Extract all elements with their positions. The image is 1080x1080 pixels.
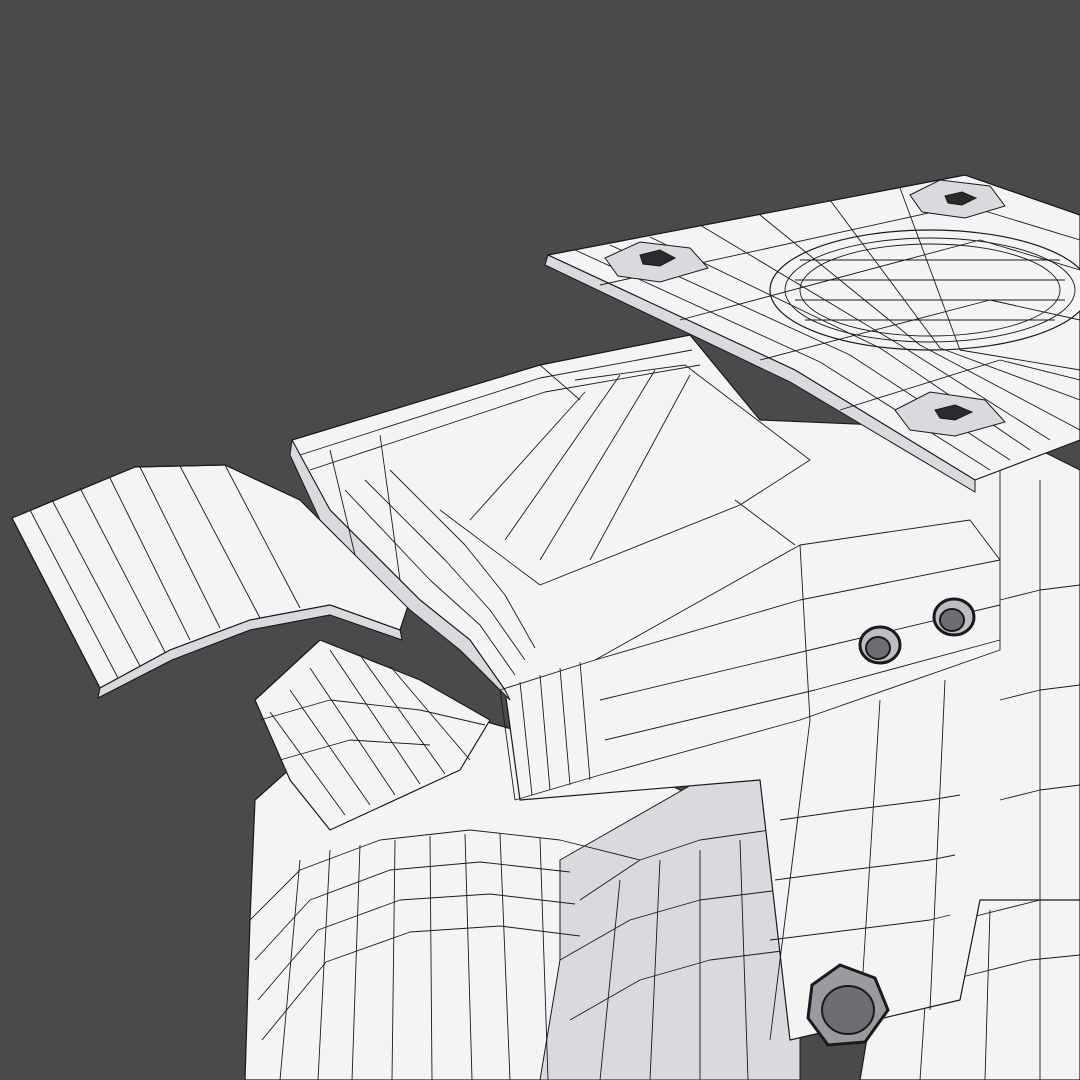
bolt-left — [858, 625, 902, 665]
caster-wheel-wireframe-render — [0, 0, 1080, 1080]
bolt-right — [932, 597, 976, 637]
3d-viewport[interactable] — [0, 0, 1080, 1080]
